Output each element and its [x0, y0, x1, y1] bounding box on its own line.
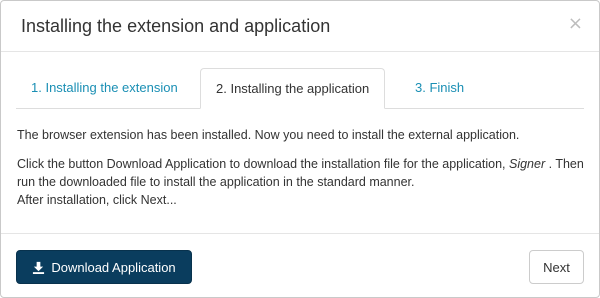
next-button[interactable]: Next — [529, 250, 584, 284]
download-application-button[interactable]: Download Application — [16, 250, 192, 284]
tab-finish[interactable]: 3. Finish — [400, 68, 479, 108]
after-install-text: After installation, click Next... — [17, 193, 177, 207]
instructions-text: Click the button Download Application to… — [17, 155, 587, 209]
extension-installed-message: The browser extension has been installed… — [17, 128, 520, 142]
install-dialog: Installing the extension and application… — [0, 0, 600, 298]
close-icon[interactable]: × — [568, 15, 583, 33]
dialog-header: Installing the extension and application… — [1, 1, 599, 52]
step-tabs: 1. Installing the extension 2. Installin… — [16, 68, 584, 109]
download-button-label: Download Application — [51, 259, 176, 275]
dialog-footer: Download Application Next — [1, 233, 599, 298]
dialog-title: Installing the extension and application — [21, 16, 331, 36]
instructions-before: Click the button Download Application to… — [17, 157, 509, 171]
next-button-label: Next — [543, 259, 570, 275]
download-icon — [33, 261, 45, 274]
app-name: Signer — [508, 157, 546, 171]
tab-installing-extension[interactable]: 1. Installing the extension — [16, 68, 193, 108]
tab-installing-application[interactable]: 2. Installing the application — [200, 68, 386, 109]
